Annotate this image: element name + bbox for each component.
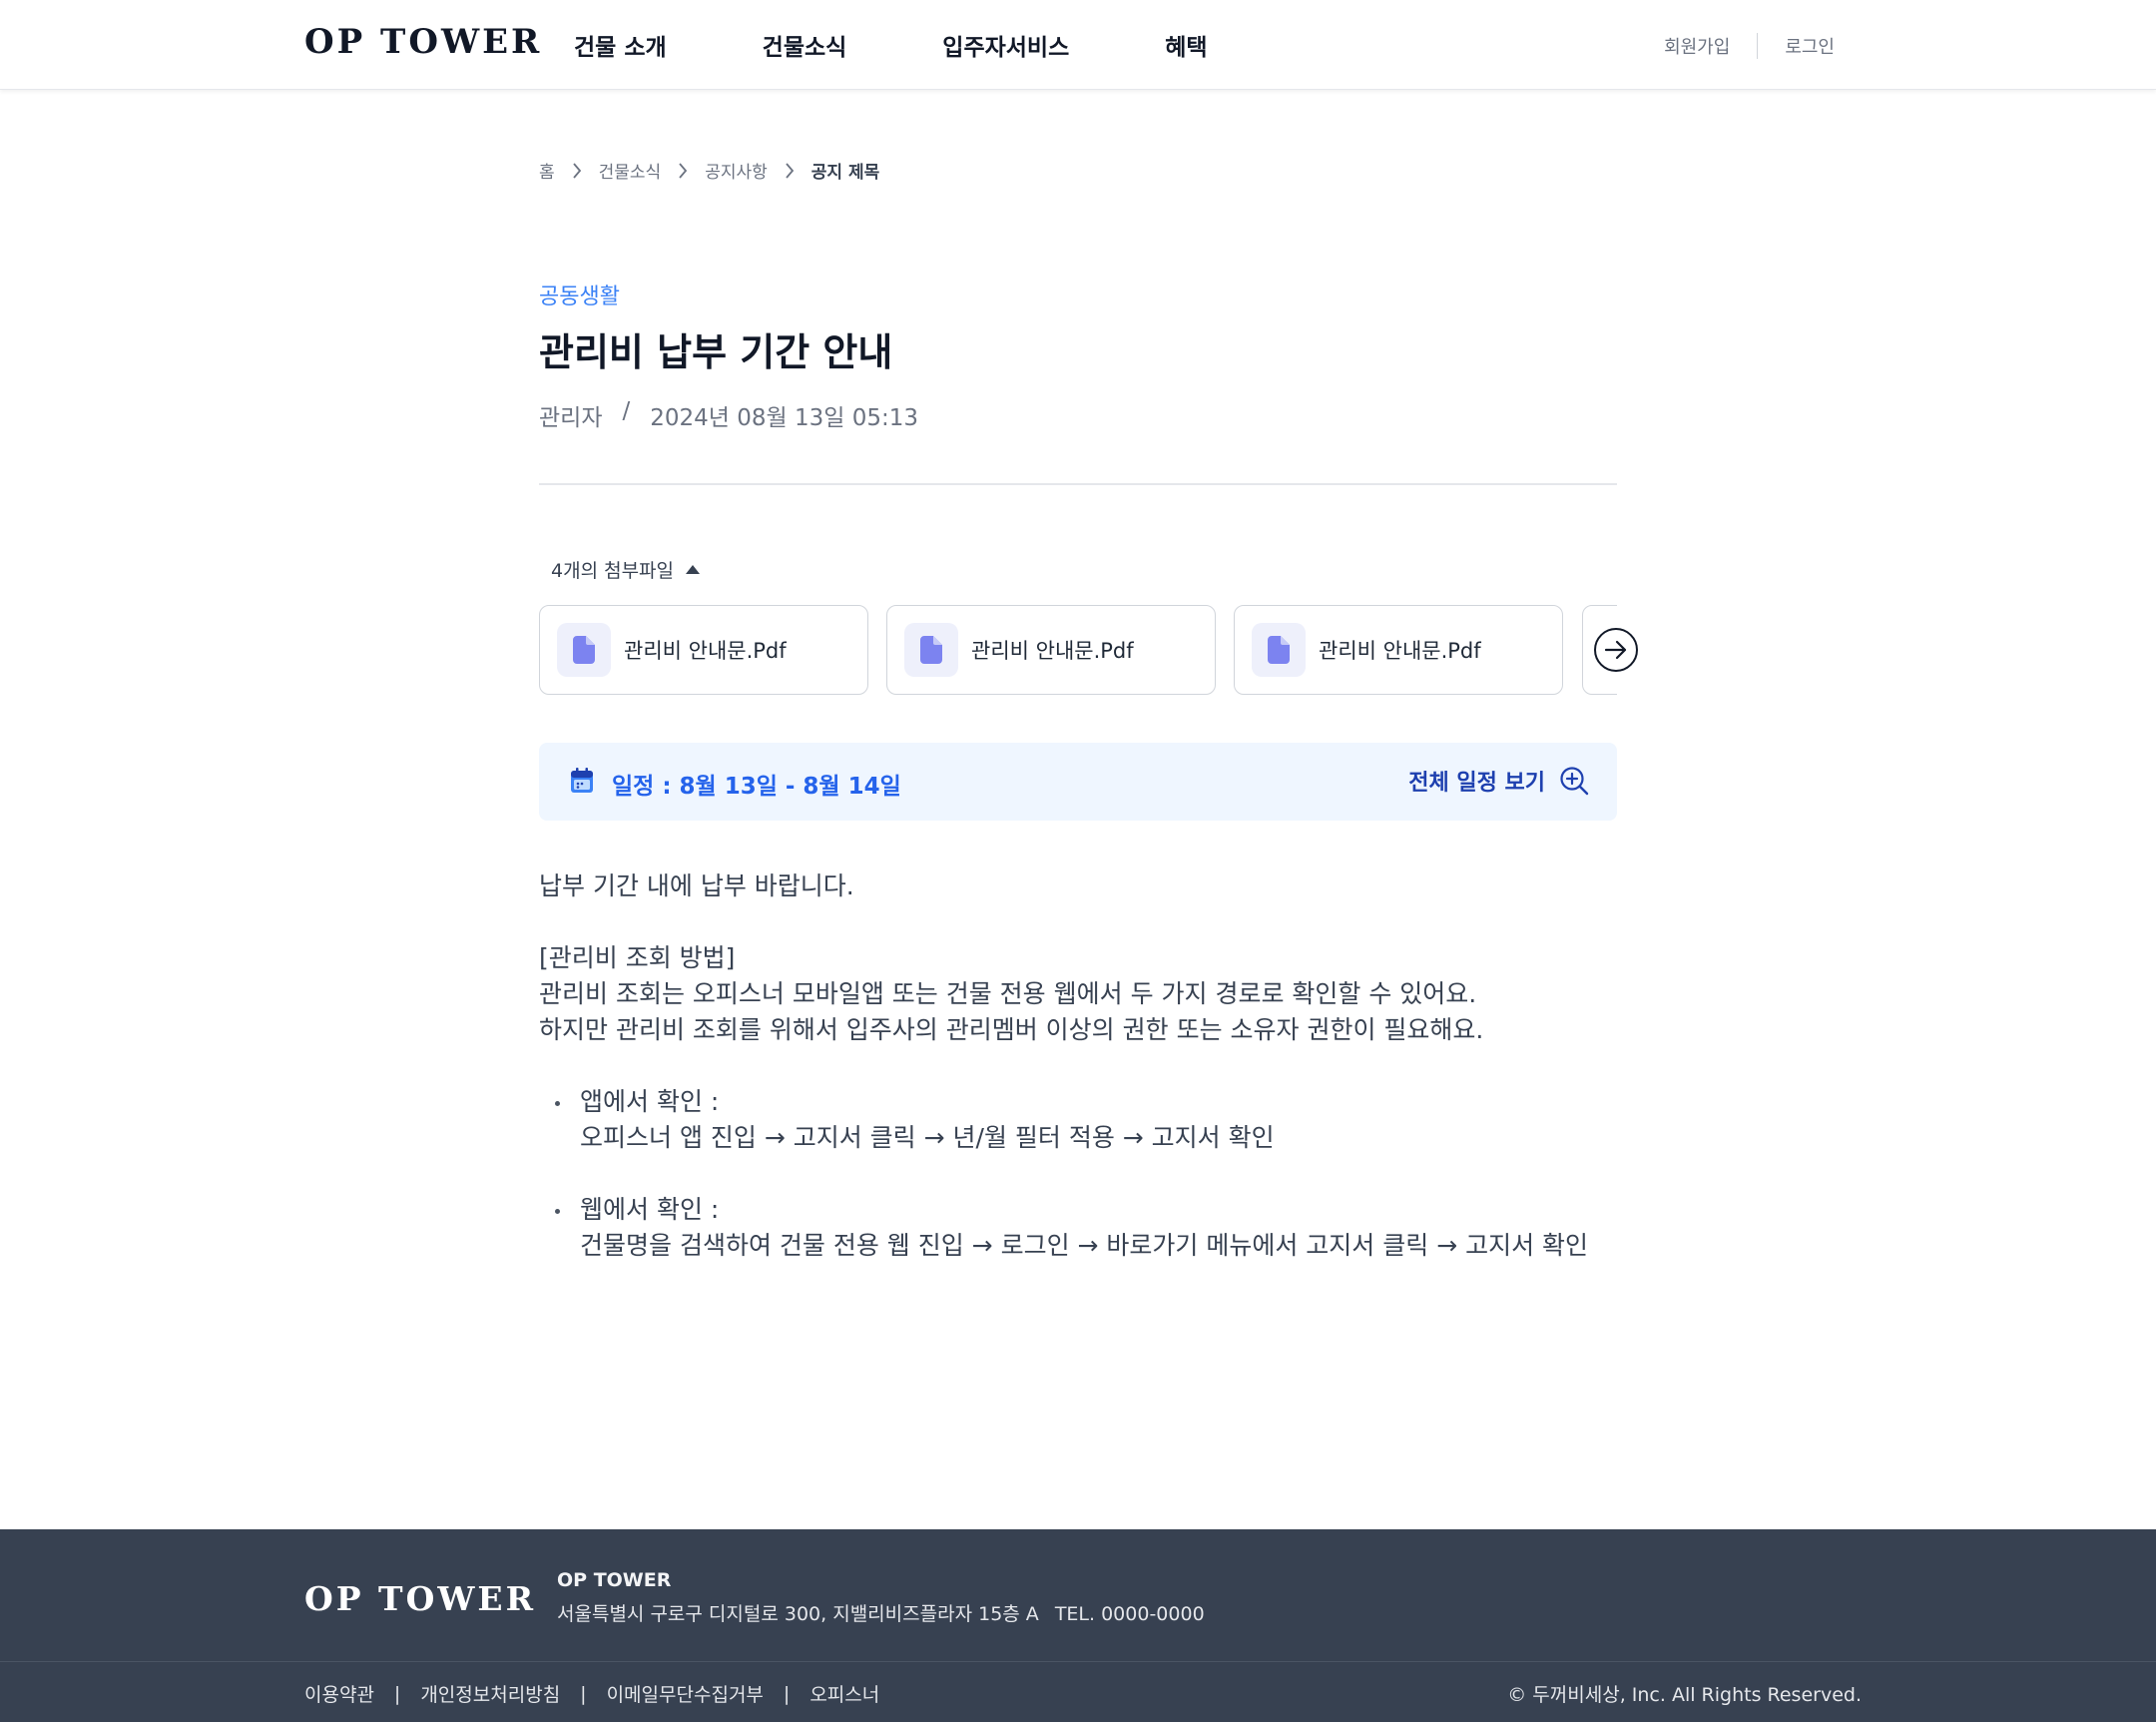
attachment-item[interactable]: 관리비 안내문.Pdf <box>1234 605 1563 695</box>
document-icon <box>557 623 611 677</box>
zoom-in-icon <box>1560 767 1589 796</box>
schedule-banner: 일정 : 8월 13일 - 8월 14일 전체 일정 보기 <box>539 743 1617 821</box>
content-paragraph: 하지만 관리비 조회를 위해서 입주사의 관리멤버 이상의 권한 또는 소유자 … <box>539 1015 1484 1044</box>
login-link[interactable]: 로그인 <box>1785 33 1835 59</box>
site-header: OP TOWER 건물 소개 건물소식 입주자서비스 혜택 회원가입 로그인 <box>0 0 2156 90</box>
footer-company-name: OP TOWER <box>557 1569 672 1591</box>
breadcrumb-notices[interactable]: 공지사항 <box>705 158 768 183</box>
bullet-text: 건물명을 검색하여 건물 전용 웹 진입 → 로그인 → 바로가기 메뉴에서 고… <box>580 1231 1589 1260</box>
footer-divider <box>0 1661 2156 1662</box>
attachment-item[interactable]: 관리비 안내문.Pdf <box>886 605 1216 695</box>
nav-item-benefits[interactable]: 혜택 <box>1165 28 1207 62</box>
document-icon <box>1252 623 1306 677</box>
footer-tel: TEL. 0000-0000 <box>1054 1603 1205 1625</box>
bullet-text: 오피스너 앱 진입 → 고지서 클릭 → 년/월 필터 적용 → 고지서 확인 <box>580 1123 1275 1152</box>
meta-separator: / <box>622 398 631 424</box>
content-section-title: [관리비 조회 방법] <box>539 943 736 972</box>
attachments-list: 관리비 안내문.Pdf 관리비 안내문.Pdf 관리비 안내문.Pdf <box>539 605 1617 695</box>
post-category: 공동생활 <box>539 285 620 309</box>
post-date: 2024년 08월 13일 05:13 <box>650 405 918 431</box>
chevron-right-icon <box>677 160 689 182</box>
footer-link-email-policy[interactable]: 이메일무단수집거부 <box>607 1680 764 1707</box>
attachment-name: 관리비 안내문.Pdf <box>624 639 787 663</box>
site-logo[interactable]: OP TOWER <box>304 22 542 62</box>
attachment-name: 관리비 안내문.Pdf <box>1319 639 1481 663</box>
footer-logo: OP TOWER <box>304 1579 536 1618</box>
document-icon <box>904 623 958 677</box>
attachments-count-label: 4개의 첨부파일 <box>551 560 675 582</box>
post-meta: 관리자 / 2024년 08월 13일 05:13 <box>539 398 918 432</box>
attachment-item[interactable]: 관리비 안내문.Pdf <box>539 605 868 695</box>
footer-link-officener[interactable]: 오피스너 <box>809 1680 879 1707</box>
auth-links: 회원가입 로그인 <box>1664 33 1835 59</box>
content-intro: 납부 기간 내에 납부 바랍니다. <box>539 871 854 900</box>
nav-item-building-news[interactable]: 건물소식 <box>763 28 847 62</box>
attachment-name: 관리비 안내문.Pdf <box>971 639 1134 663</box>
breadcrumb: 홈 건물소식 공지사항 공지 제목 <box>539 158 879 183</box>
site-footer: OP TOWER OP TOWER 서울특별시 구로구 디지털로 300, 지밸… <box>0 1529 2156 1722</box>
footer-address-line: 서울특별시 구로구 디지털로 300, 지밸리비즈플라자 15층 A TEL. 0… <box>557 1599 1205 1626</box>
auth-divider <box>1757 33 1759 59</box>
footer-link-privacy[interactable]: 개인정보처리방침 <box>420 1680 560 1707</box>
chevron-right-icon <box>784 160 796 182</box>
attachments-toggle[interactable]: 4개의 첨부파일 <box>551 556 701 583</box>
content-bullet-list: 앱에서 확인 : 오피스너 앱 진입 → 고지서 클릭 → 년/월 필터 적용 … <box>539 1084 1617 1264</box>
nav-item-building-intro[interactable]: 건물 소개 <box>574 28 667 62</box>
bullet-item: 앱에서 확인 : 오피스너 앱 진입 → 고지서 클릭 → 년/월 필터 적용 … <box>539 1084 1617 1156</box>
post-author: 관리자 <box>539 405 603 431</box>
footer-address: 서울특별시 구로구 디지털로 300, 지밸리비즈플라자 15층 A <box>557 1603 1039 1625</box>
footer-link-separator: | <box>393 1682 401 1705</box>
view-all-schedule-button[interactable]: 전체 일정 보기 <box>1408 765 1589 797</box>
bullet-title: 앱에서 확인 : <box>580 1087 720 1116</box>
calendar-icon <box>570 767 594 799</box>
breadcrumb-home[interactable]: 홈 <box>539 158 555 183</box>
footer-link-separator: | <box>783 1682 791 1705</box>
post-content: 납부 기간 내에 납부 바랍니다. [관리비 조회 방법] 관리비 조회는 오피… <box>539 868 1617 1264</box>
attachments-next-button[interactable] <box>1594 628 1638 672</box>
bullet-item: 웹에서 확인 : 건물명을 검색하여 건물 전용 웹 진입 → 로그인 → 바로… <box>539 1192 1617 1264</box>
footer-link-separator: | <box>580 1682 587 1705</box>
arrow-right-icon <box>1604 640 1627 660</box>
breadcrumb-current: 공지 제목 <box>810 163 880 183</box>
chevron-right-icon <box>571 160 583 182</box>
breadcrumb-building-news[interactable]: 건물소식 <box>599 158 662 183</box>
signup-link[interactable]: 회원가입 <box>1664 33 1730 59</box>
footer-link-terms[interactable]: 이용약관 <box>304 1680 374 1707</box>
bullet-title: 웹에서 확인 : <box>580 1195 720 1224</box>
title-divider <box>539 483 1617 485</box>
nav-item-tenant-services[interactable]: 입주자서비스 <box>942 28 1069 62</box>
caret-up-icon <box>686 565 701 574</box>
footer-copyright: © 두꺼비세상, Inc. All Rights Reserved. <box>1507 1684 1862 1706</box>
footer-links: 이용약관 | 개인정보처리방침 | 이메일무단수집거부 | 오피스너 <box>304 1680 879 1707</box>
content-paragraph: 관리비 조회는 오피스너 모바일앱 또는 건물 전용 웹에서 두 가지 경로로 … <box>539 979 1477 1008</box>
main-nav: 건물 소개 건물소식 입주자서비스 혜택 <box>574 28 1304 62</box>
view-all-schedule-label: 전체 일정 보기 <box>1408 771 1545 796</box>
schedule-text: 일정 : 8월 13일 - 8월 14일 <box>612 774 901 800</box>
post-title: 관리비 납부 기간 안내 <box>539 330 893 374</box>
